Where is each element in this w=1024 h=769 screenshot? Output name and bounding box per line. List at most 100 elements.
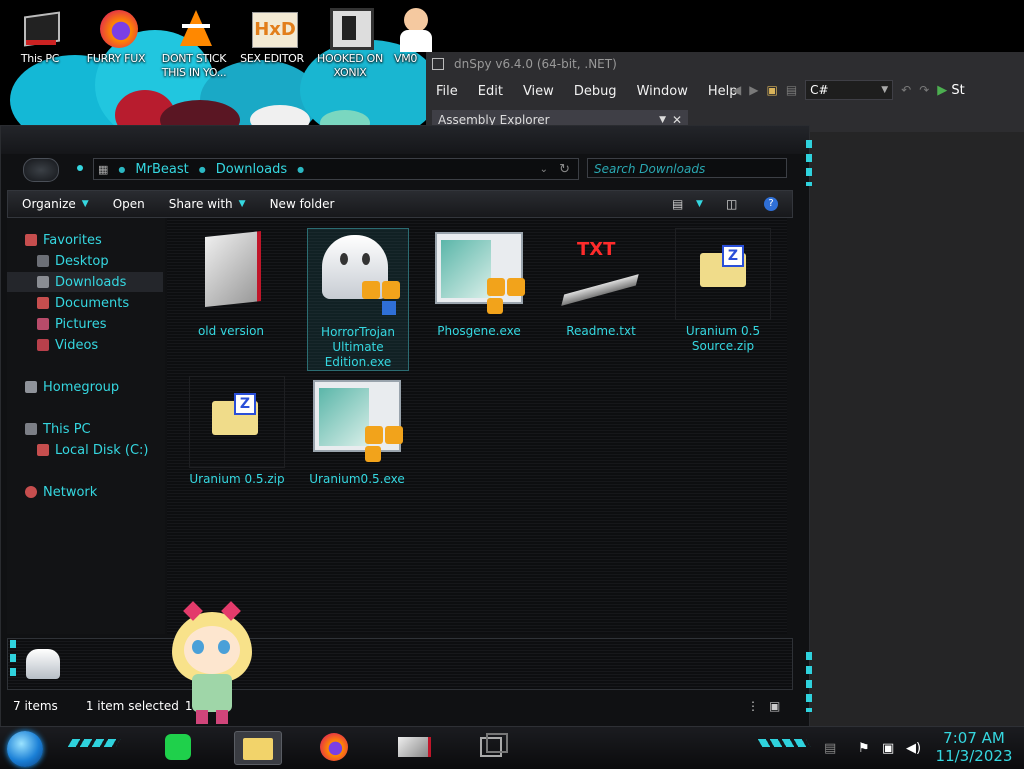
desktop-icon — [37, 255, 49, 267]
organize-button[interactable]: Organize ▼ — [22, 197, 89, 211]
dot-icon — [77, 165, 83, 171]
open-button[interactable]: Open — [113, 197, 145, 211]
network-icon — [25, 486, 37, 498]
game-icon — [326, 8, 374, 52]
details-view-icon[interactable]: ⋮ — [747, 699, 759, 713]
taskbar-accent — [67, 739, 121, 747]
desktop-icon-furry-fux[interactable]: FURRY FUX — [78, 8, 154, 66]
nav-favorites[interactable]: Favorites — [25, 230, 102, 250]
explorer-window[interactable]: ▦ ● MrBeast ● Downloads ● ⌄ ↻ Search Dow… — [0, 125, 810, 727]
nav-this-pc[interactable]: This PC — [25, 419, 91, 439]
start-button[interactable]: ▶ St — [937, 83, 965, 98]
chevron-down-icon[interactable]: ⌄ — [540, 164, 548, 175]
large-icons-view-icon[interactable]: ▣ — [769, 699, 780, 713]
spotify-icon — [165, 734, 191, 760]
back-icon[interactable]: ◀ — [732, 83, 741, 97]
file-item-selected[interactable]: HorrorTrojan Ultimate Edition.exe — [307, 228, 409, 371]
desktop-icon-this-pc[interactable]: This PC — [2, 8, 78, 66]
zip-icon: Z — [675, 228, 771, 320]
folder-icon — [243, 738, 273, 760]
view-options-icon[interactable]: ▤ — [672, 197, 683, 211]
redo-icon[interactable]: ↷ — [919, 83, 929, 97]
desktop-icon-dont-stick[interactable]: DONT STICK THIS IN YO... — [156, 8, 232, 80]
language-select[interactable]: C# ▼ — [805, 80, 894, 100]
nav-downloads[interactable]: Downloads — [7, 272, 163, 292]
window-icon — [432, 58, 444, 70]
breadcrumb-mrbeast[interactable]: MrBeast — [135, 162, 188, 177]
nav-homegroup[interactable]: Homegroup — [25, 377, 119, 397]
taskbar: ▤ ⚑ ▣ ◀) 7:07 AM 11/3/2023 — [0, 726, 1024, 769]
chevron-down-icon: ▼ — [238, 199, 246, 209]
search-input[interactable]: Search Downloads — [587, 158, 787, 178]
undo-icon[interactable]: ↶ — [901, 83, 911, 97]
help-icon[interactable]: ? — [764, 197, 778, 211]
forward-icon[interactable]: ▶ — [749, 83, 758, 97]
preview-pane-icon[interactable]: ◫ — [726, 197, 737, 211]
menu-file[interactable]: File — [436, 84, 458, 99]
dnspy-title-bar[interactable]: dnSpy v6.4.0 (64-bit, .NET) — [426, 52, 1024, 76]
frame-accent — [806, 652, 812, 712]
documents-icon — [37, 297, 49, 309]
nav-videos[interactable]: Videos — [37, 335, 98, 355]
navigation-pane: Favorites Desktop Downloads Documents Pi… — [7, 218, 165, 634]
share-with-button[interactable]: Share with ▼ — [169, 197, 246, 211]
character-sticker — [162, 598, 262, 726]
vlc-icon — [170, 8, 218, 52]
menu-debug[interactable]: Debug — [574, 84, 617, 99]
show-hidden-icons[interactable]: ▤ — [824, 741, 836, 756]
videos-icon — [37, 339, 49, 351]
chevron-down-icon: ▼ — [881, 85, 889, 95]
details-pane — [7, 638, 793, 690]
frame-accent — [10, 640, 16, 680]
network-icon[interactable]: ▣ — [882, 741, 894, 756]
taskbar-app-spotify[interactable] — [156, 731, 202, 763]
nav-desktop[interactable]: Desktop — [37, 251, 109, 271]
hxd-icon: HxD — [248, 8, 298, 52]
nav-documents[interactable]: Documents — [37, 293, 129, 313]
new-folder-button[interactable]: New folder — [270, 197, 335, 211]
nav-pictures[interactable]: Pictures — [37, 314, 106, 334]
doctor-icon — [390, 8, 438, 52]
volume-icon[interactable]: ◀) — [906, 741, 921, 756]
save-icon[interactable]: ▤ — [786, 83, 797, 97]
folder-icon: ▦ — [98, 162, 109, 176]
file-item[interactable]: TXT Readme.txt — [551, 228, 651, 339]
start-button[interactable] — [7, 731, 43, 767]
menu-edit[interactable]: Edit — [478, 84, 503, 99]
status-bar: 7 items 1 item selected 15 ⋮ ▣ — [7, 696, 791, 716]
explorer-frame — [1, 126, 809, 154]
file-item[interactable]: Z Uranium 0.5.zip — [187, 376, 287, 487]
address-bar[interactable]: ▦ ● MrBeast ● Downloads ● ⌄ ↻ — [93, 158, 579, 180]
desktop-icon-sex-editor[interactable]: HxD SEX EDITOR — [234, 8, 310, 66]
address-row: ▦ ● MrBeast ● Downloads ● ⌄ ↻ Search Dow… — [7, 156, 797, 184]
file-item[interactable]: old version — [181, 228, 281, 339]
back-forward-button[interactable] — [23, 158, 59, 182]
chevron-down-icon[interactable]: ▼ — [696, 199, 703, 209]
file-item[interactable]: Z Uranium 0.5 Source.zip — [673, 228, 773, 354]
txt-icon: TXT — [553, 228, 649, 320]
dnspy-title: dnSpy v6.4.0 (64-bit, .NET) — [454, 57, 617, 71]
star-icon — [25, 234, 37, 246]
refresh-icon[interactable]: ↻ — [559, 162, 570, 177]
clock[interactable]: 7:07 AM 11/3/2023 — [934, 729, 1014, 765]
chevron-down-icon: ▼ — [81, 199, 89, 209]
ghost-icon — [310, 229, 406, 321]
command-bar: Organize ▼ Open Share with ▼ New folder ▤ … — [7, 190, 793, 218]
dnspy-toolbar: ◀ ▶ ▣ ▤ C# ▼ ↶ ↷ ▶ St — [732, 80, 965, 100]
file-item[interactable]: Phosgene.exe — [429, 228, 529, 339]
file-item[interactable]: Uranium0.5.exe — [307, 376, 407, 487]
homegroup-icon — [25, 381, 37, 393]
open-folder-icon[interactable]: ▣ — [766, 83, 777, 97]
taskbar-app-firefox[interactable] — [312, 731, 358, 763]
taskbar-accent — [757, 739, 811, 747]
menu-window[interactable]: Window — [637, 84, 688, 99]
breadcrumb-downloads[interactable]: Downloads — [216, 162, 287, 177]
taskbar-app-shortcut[interactable] — [390, 731, 436, 763]
menu-view[interactable]: View — [523, 84, 554, 99]
flag-icon[interactable]: ⚑ — [858, 741, 870, 756]
desktop-icon-hooked-on-xonix[interactable]: HOOKED ON XONIX — [312, 8, 388, 80]
taskbar-app-explorer[interactable] — [234, 731, 282, 765]
nav-local-disk[interactable]: Local Disk (C:) — [37, 440, 148, 460]
taskbar-task-view[interactable] — [468, 731, 514, 763]
nav-network[interactable]: Network — [25, 482, 97, 502]
